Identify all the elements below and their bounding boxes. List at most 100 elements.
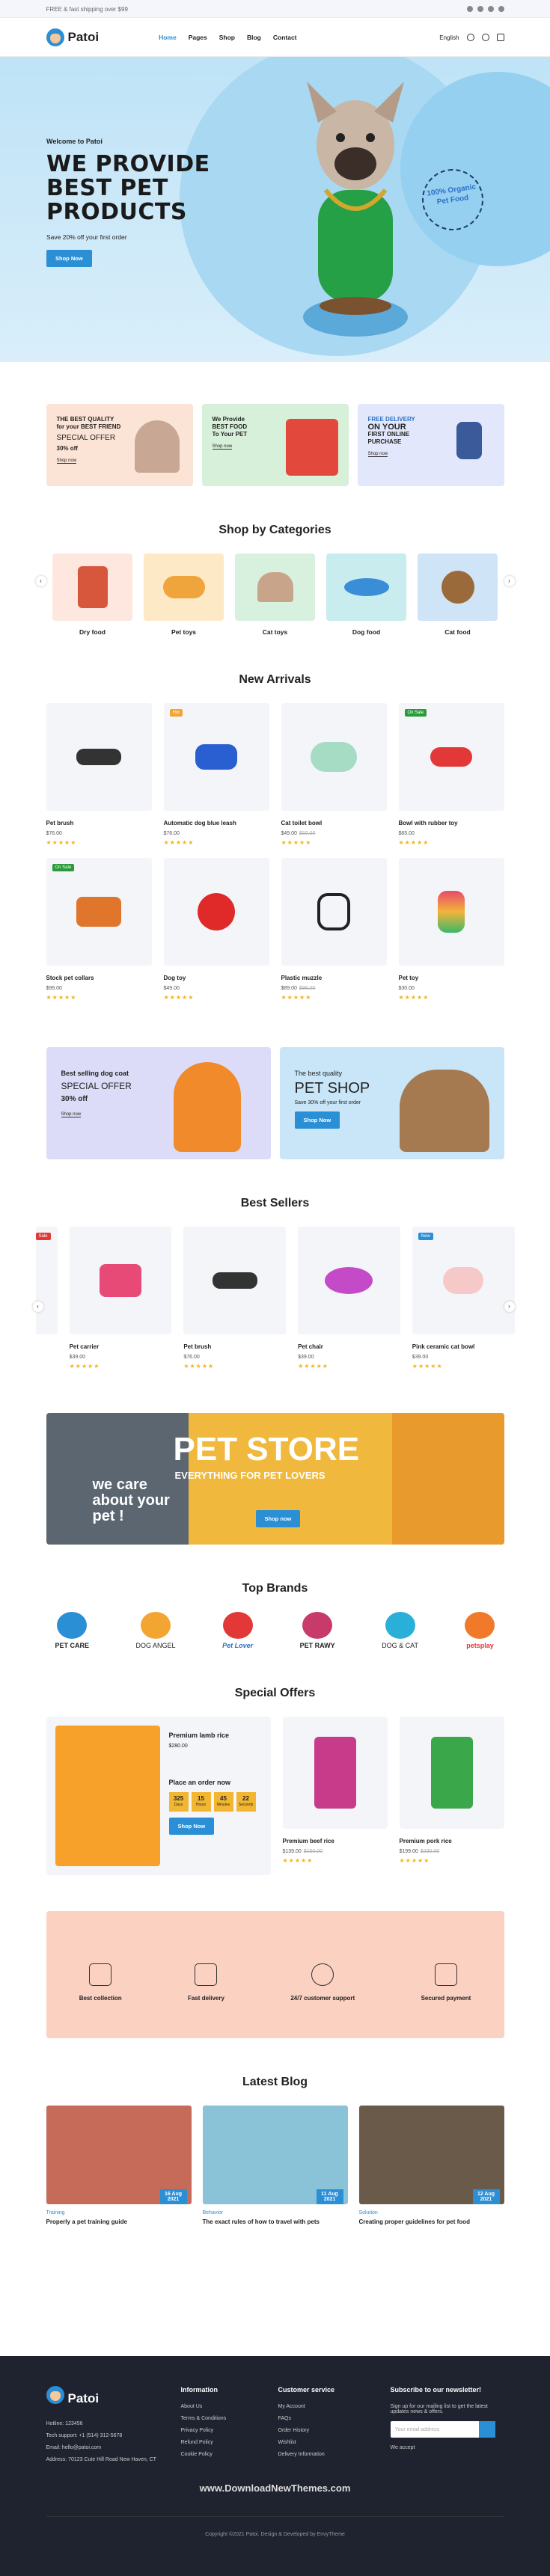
language-select[interactable]: English: [439, 34, 459, 41]
main-nav: Home Pages Shop Blog Contact: [159, 34, 296, 41]
offer-banners: Best selling dog coat SPECIAL OFFER 30% …: [46, 1047, 504, 1159]
pet-shop-banner[interactable]: The best quality PET SHOP Save 30% off y…: [279, 1047, 504, 1159]
support-icon: [311, 1963, 334, 1986]
product-card[interactable]: Premium pork rice $199.00 $230.00 ★★★★★: [399, 1717, 504, 1875]
product-card[interactable]: On Sale Stock pet collars $99.00 ★★★★★: [46, 858, 152, 1001]
hero-banner: Welcome to Patoi We provide best pet pro…: [0, 57, 550, 362]
footer-email[interactable]: Email: hello@patoi.com: [46, 2445, 159, 2450]
offer-shop-button[interactable]: Shop Now: [168, 1818, 215, 1835]
footer-link[interactable]: Delivery Information: [278, 2452, 368, 2457]
special-offers: Premium lamb rice $280.00 Place an order…: [46, 1717, 504, 1875]
cart-icon[interactable]: [496, 34, 504, 41]
nav-shop[interactable]: Shop: [219, 34, 235, 41]
nav-home[interactable]: Home: [159, 34, 177, 41]
product-card[interactable]: Pet brush $76.00 ★★★★★: [46, 703, 152, 846]
footer-link[interactable]: Order History: [278, 2428, 368, 2433]
rating-stars: ★★★★★: [281, 994, 312, 1001]
category-item[interactable]: Cat toys: [235, 553, 315, 636]
banner-shop-button[interactable]: Shop Now: [294, 1111, 340, 1129]
product-card[interactable]: Pet chair $39.00 ★★★★★: [298, 1227, 400, 1370]
product-card[interactable]: New Pink ceramic cat bowl $39.00 ★★★★★: [412, 1227, 515, 1370]
promo-link[interactable]: Shop now: [212, 444, 233, 450]
footer-link[interactable]: FAQs: [278, 2416, 368, 2421]
copyright: Copyright ©2021 Patoi. Design & Develope…: [46, 2516, 504, 2537]
nav-pages[interactable]: Pages: [189, 34, 207, 41]
care-tagline: we care about your pet !: [92, 1476, 170, 1524]
product-card[interactable]: Plastic muzzle $89.00 $96.00 ★★★★★: [281, 858, 387, 1001]
category-item[interactable]: Pet toys: [144, 553, 224, 636]
pinterest-icon[interactable]: [498, 6, 504, 12]
hero-shop-button[interactable]: Shop Now: [46, 250, 92, 267]
featured-offer[interactable]: Premium lamb rice $280.00 Place an order…: [46, 1717, 271, 1875]
chevron-right-icon[interactable]: ›: [504, 576, 515, 586]
send-icon[interactable]: [478, 2421, 495, 2438]
product-card[interactable]: Dog toy $49.00 ★★★★★: [163, 858, 269, 1001]
blog-card[interactable]: 12 Aug 2021 Solution Creating proper guidel…: [358, 2106, 504, 2225]
promo-link[interactable]: Shop now: [367, 452, 388, 457]
woman-dog-image: [391, 1413, 504, 1545]
product-card[interactable]: Pet carrier $39.00 ★★★★★: [69, 1227, 172, 1370]
rating-stars: ★★★★★: [398, 839, 430, 846]
chevron-left-icon[interactable]: ‹: [32, 1301, 43, 1312]
rating-stars: ★★★★★: [183, 1363, 215, 1370]
shipping-note: FREE & fast shipping over $99: [46, 5, 128, 13]
twitter-icon[interactable]: [477, 6, 483, 12]
product-card[interactable]: Pet brush $76.00 ★★★★★: [183, 1227, 287, 1370]
footer-link[interactable]: Cookie Policy: [181, 2452, 256, 2457]
blog-card[interactable]: 16 Aug 2021 Training Properly a pet trainin…: [46, 2106, 192, 2225]
chevron-left-icon[interactable]: ‹: [35, 576, 46, 586]
search-icon[interactable]: [466, 34, 474, 41]
footer-logo[interactable]: Patoi: [46, 2386, 159, 2411]
feature-item: Best collection: [79, 1963, 122, 2002]
footer-link[interactable]: About Us: [181, 2404, 256, 2409]
product-tag: On Sale: [52, 864, 75, 871]
nav-blog[interactable]: Blog: [247, 34, 261, 41]
footer-link[interactable]: Wishlist: [278, 2440, 368, 2445]
rating-stars: ★★★★★: [46, 994, 77, 1001]
product-card[interactable]: Cat toilet bowl $49.00 $50.00 ★★★★★: [281, 703, 387, 846]
promo-card[interactable]: THE BEST QUALITY for your BEST FRIEND SP…: [46, 404, 193, 486]
brand-logo[interactable]: PET CARE: [55, 1612, 89, 1649]
category-item[interactable]: Dog food: [326, 553, 406, 636]
product-card[interactable]: Pet toy $30.00 ★★★★★: [398, 858, 504, 1001]
newsletter-email-input[interactable]: Your email address: [395, 2427, 440, 2432]
footer-link[interactable]: My Account: [278, 2404, 368, 2409]
product-card[interactable]: On Sale Bowl with rubber toy $65.00 ★★★★★: [398, 703, 504, 846]
category-item[interactable]: Cat food: [418, 553, 498, 636]
blog-card[interactable]: 11 Aug 2021 Behavior The exact rules of how…: [202, 2106, 348, 2225]
promo-card[interactable]: FREE DELIVERY ON YOUR FIRST ONLINE PURCH…: [357, 404, 504, 486]
footer-hotline: Hotline: 123456: [46, 2421, 83, 2426]
feature-item: Secured payment: [421, 1963, 471, 2002]
product-card[interactable]: Sale: [35, 1227, 58, 1370]
brand-logo[interactable]: DOG & CAT: [382, 1612, 418, 1649]
dog-coat-banner[interactable]: Best selling dog coat SPECIAL OFFER 30% …: [46, 1047, 271, 1159]
footer-link[interactable]: Terms & Conditions: [181, 2416, 256, 2421]
footer-link[interactable]: Privacy Policy: [181, 2428, 256, 2433]
product-card[interactable]: Premium beef rice $139.00 $150.00 ★★★★★: [282, 1717, 388, 1875]
brand-logo[interactable]: DOG ANGEL: [136, 1612, 176, 1649]
footer-link[interactable]: Refund Policy: [181, 2440, 256, 2445]
logo[interactable]: Patoi: [46, 28, 99, 46]
promo-link[interactable]: Shop now: [56, 459, 77, 464]
user-icon[interactable]: [481, 34, 489, 41]
chevron-right-icon[interactable]: ›: [504, 1301, 515, 1312]
facebook-icon[interactable]: [466, 6, 473, 12]
features-strip: Best collection Fast delivery 24/7 custo…: [46, 1911, 504, 2038]
brand-logo[interactable]: PET RAWY: [300, 1612, 335, 1649]
brand-logo[interactable]: Pet Lover: [222, 1612, 253, 1649]
best-sellers-title: Best Sellers: [240, 1197, 310, 1209]
brand-logo[interactable]: petsplay: [465, 1612, 495, 1649]
pet-store-button[interactable]: Shop now: [255, 1510, 301, 1527]
main-header: Patoi Home Pages Shop Blog Contact Engli…: [0, 18, 550, 57]
categories-title: Shop by Categories: [219, 524, 331, 536]
promo-card[interactable]: We Provide BEST FOOD To Your PET Shop no…: [201, 404, 349, 486]
product-card[interactable]: Hot Automatic dog blue leash $76.00 ★★★★★: [163, 703, 269, 846]
category-item[interactable]: Dry food: [52, 553, 132, 636]
instagram-icon[interactable]: [487, 6, 494, 12]
rating-stars: ★★★★★: [399, 1857, 430, 1864]
toy-image: [456, 422, 482, 459]
pet-store-banner[interactable]: we care about your pet ! PET STORE EVERY…: [46, 1413, 504, 1545]
banner-link[interactable]: Shop now: [61, 1112, 82, 1117]
rating-stars: ★★★★★: [298, 1363, 329, 1370]
nav-contact[interactable]: Contact: [273, 34, 297, 41]
